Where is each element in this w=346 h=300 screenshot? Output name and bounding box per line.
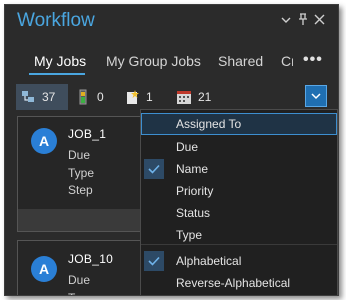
avatar: A bbox=[31, 256, 57, 282]
job-title: JOB_1 bbox=[68, 127, 107, 141]
sort-dropdown-button[interactable] bbox=[305, 85, 327, 107]
job-field-step: Step bbox=[68, 183, 93, 197]
job-field-due: Due bbox=[68, 273, 91, 287]
filter-count: 0 bbox=[97, 90, 104, 104]
job-field-type: T bbox=[68, 291, 75, 295]
checkmark-icon bbox=[144, 251, 164, 271]
menu-item-due[interactable]: Due bbox=[141, 136, 337, 158]
tab-my-group-jobs[interactable]: My Group Jobs bbox=[106, 53, 201, 69]
filter-battery[interactable]: 0 bbox=[71, 84, 112, 110]
avatar: A bbox=[31, 128, 57, 154]
chevron-down-icon bbox=[311, 93, 321, 100]
active-tab-indicator bbox=[29, 73, 85, 75]
pin-button[interactable] bbox=[298, 13, 308, 30]
filter-count: 1 bbox=[146, 90, 153, 104]
tab-shared[interactable]: Shared bbox=[218, 53, 263, 69]
menu-item-status[interactable]: Status bbox=[141, 202, 337, 224]
menu-item-label: Reverse-Alphabetical bbox=[176, 276, 291, 290]
filter-calendar[interactable]: 21 bbox=[172, 84, 219, 110]
more-tabs-button[interactable]: ••• bbox=[303, 51, 323, 69]
menu-item-label: Due bbox=[176, 140, 199, 154]
filter-count: 37 bbox=[42, 90, 56, 104]
menu-item-priority[interactable]: Priority bbox=[141, 180, 337, 202]
title-bar: Workflow bbox=[5, 5, 338, 39]
workflow-pane: Workflow My Jobs My Group Jobs Shared Cr… bbox=[4, 4, 339, 296]
checkmark-icon bbox=[144, 159, 164, 179]
filter-count: 21 bbox=[198, 90, 212, 104]
job-tabs: My Jobs My Group Jobs Shared Cr ••• bbox=[5, 41, 338, 75]
new-job-filter-icon bbox=[127, 90, 139, 104]
tab-truncated[interactable]: Cr bbox=[281, 53, 293, 69]
battery-filter-icon bbox=[79, 89, 87, 105]
filter-all-jobs[interactable]: 37 bbox=[16, 84, 68, 110]
menu-item-reverse-alphabetical[interactable]: Reverse-Alphabetical bbox=[141, 272, 337, 294]
pane-options-button[interactable] bbox=[281, 13, 291, 29]
menu-item-alphabetical[interactable]: Alphabetical bbox=[141, 250, 337, 272]
jobs-filter-icon bbox=[22, 91, 34, 102]
menu-item-label: Alphabetical bbox=[176, 254, 242, 268]
filter-new-jobs[interactable]: 1 bbox=[120, 84, 161, 110]
menu-item-label: Type bbox=[176, 228, 203, 242]
pane-title: Workflow bbox=[17, 10, 95, 31]
menu-separator bbox=[141, 244, 337, 245]
job-title: JOB_10 bbox=[68, 252, 114, 266]
sort-menu: Assigned To Due Name Priority Status Typ… bbox=[140, 109, 338, 295]
menu-item-label: Priority bbox=[176, 184, 214, 198]
close-button[interactable] bbox=[314, 13, 325, 29]
tab-my-jobs[interactable]: My Jobs bbox=[34, 53, 86, 69]
menu-item-label: Assigned To bbox=[176, 117, 242, 131]
job-field-due: Due bbox=[68, 148, 91, 162]
job-field-type: Type bbox=[68, 166, 95, 180]
chevron-down-icon bbox=[281, 17, 291, 23]
menu-item-label: Name bbox=[176, 162, 209, 176]
menu-item-assigned-to[interactable]: Assigned To bbox=[141, 113, 337, 135]
menu-item-type[interactable]: Type bbox=[141, 224, 337, 246]
pin-icon bbox=[299, 13, 307, 25]
filter-bar: 37 0 1 21 bbox=[5, 83, 338, 111]
menu-item-label: Status bbox=[176, 206, 211, 220]
menu-item-name[interactable]: Name bbox=[141, 158, 337, 180]
close-icon bbox=[314, 14, 325, 25]
calendar-filter-icon bbox=[177, 91, 191, 104]
